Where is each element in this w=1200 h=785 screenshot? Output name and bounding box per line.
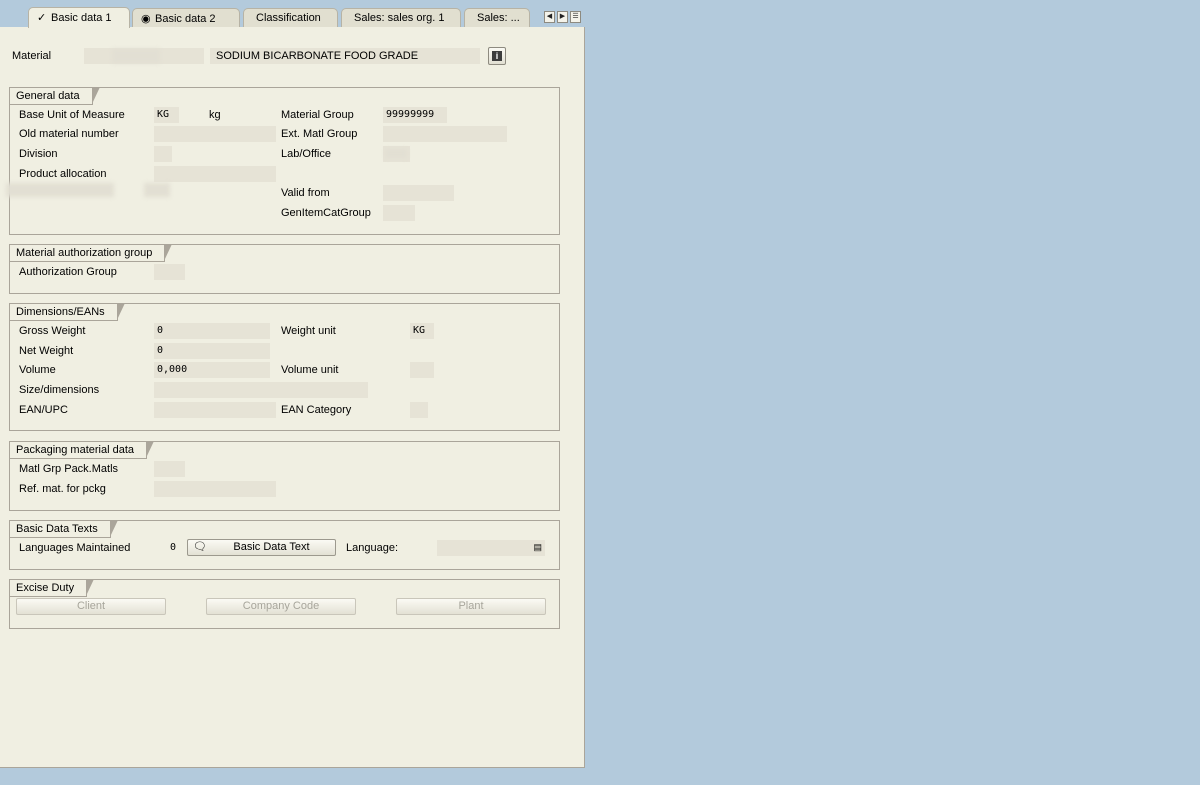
product-allocation-label: Product allocation — [19, 168, 107, 180]
division-field[interactable] — [154, 146, 172, 162]
language-select[interactable]: ▤ — [437, 540, 545, 556]
text-edit-icon: 🗨 — [193, 541, 207, 553]
old-material-number-field[interactable] — [154, 126, 276, 142]
net-weight-value: 0 — [157, 345, 164, 356]
tab-basic-data-1[interactable]: ✓ Basic data 1 — [28, 7, 130, 28]
volume-field[interactable]: 0,000 — [154, 362, 270, 378]
tab-sales-more[interactable]: Sales: ... — [464, 8, 530, 27]
ean-category-field[interactable] — [410, 402, 428, 418]
lab-office-label: Lab/Office — [281, 148, 331, 160]
redacted-block — [6, 183, 114, 197]
volume-unit-label: Volume unit — [281, 364, 339, 376]
lab-office-field[interactable] — [383, 146, 410, 162]
base-uom-field[interactable]: KG — [154, 107, 179, 123]
material-number-field[interactable] — [84, 48, 204, 64]
tab-list-icon[interactable]: ☰ — [570, 11, 581, 23]
gross-weight-value: 0 — [157, 325, 164, 336]
dimensions-title: Dimensions/EANs — [10, 303, 125, 321]
net-weight-label: Net Weight — [19, 345, 74, 357]
base-uom-value: KG — [157, 109, 170, 120]
info-button[interactable]: i — [488, 47, 506, 65]
material-label: Material — [12, 50, 52, 62]
gen-item-cat-group-field[interactable] — [383, 205, 415, 221]
gen-item-cat-group-label: GenItemCatGroup — [281, 207, 371, 219]
tab-sales-org-1[interactable]: Sales: sales org. 1 — [341, 8, 461, 27]
weight-unit-field[interactable]: KG — [410, 323, 434, 339]
ref-mat-pckg-field[interactable] — [154, 481, 276, 497]
volume-value: 0,000 — [157, 364, 188, 375]
redacted-block — [112, 49, 160, 63]
weight-unit-value: KG — [413, 325, 426, 336]
tab-strip: ✓ Basic data 1 ◉ Basic data 2 Classificati… — [0, 0, 590, 28]
division-label: Division — [19, 148, 58, 160]
gross-weight-field[interactable]: 0 — [154, 323, 270, 339]
matl-grp-pack-field[interactable] — [154, 461, 185, 477]
basic-data-text-label: Basic Data Text — [233, 541, 310, 553]
weight-unit-label: Weight unit — [281, 325, 336, 337]
matl-grp-pack-label: Matl Grp Pack.Matls — [19, 463, 119, 475]
languages-maintained-label: Languages Maintained — [19, 542, 131, 554]
dropdown-list-icon[interactable]: ▤ — [533, 542, 542, 553]
material-description-field[interactable]: SODIUM BICARBONATE FOOD GRADE — [210, 48, 480, 64]
tab-basic-data-2[interactable]: ◉ Basic data 2 — [132, 8, 240, 27]
scroll-right-icon[interactable]: ▶ — [557, 11, 568, 23]
general-data-title: General data — [10, 87, 100, 105]
company-code-button[interactable]: Company Code — [206, 598, 356, 615]
authorization-group-label: Authorization Group — [19, 266, 117, 278]
volume-label: Volume — [19, 364, 56, 376]
net-weight-field[interactable]: 0 — [154, 343, 270, 359]
redacted-block — [385, 149, 407, 158]
ean-upc-label: EAN/UPC — [19, 404, 68, 416]
check-gear-icon: ✓ — [37, 12, 47, 24]
valid-from-field[interactable] — [383, 185, 454, 201]
plant-button[interactable]: Plant — [396, 598, 546, 615]
material-group-label: Material Group — [281, 109, 354, 121]
basic-data-texts-title: Basic Data Texts — [10, 520, 118, 538]
product-allocation-field[interactable] — [154, 166, 276, 182]
target-gear-icon: ◉ — [141, 13, 151, 25]
gross-weight-label: Gross Weight — [19, 325, 86, 337]
base-uom-text: kg — [209, 109, 221, 121]
authorization-group-field[interactable] — [154, 264, 185, 280]
info-icon: i — [492, 51, 502, 61]
languages-maintained-count: 0 — [170, 542, 177, 553]
packaging-title: Packaging material data — [10, 441, 155, 459]
auth-group-title: Material authorization group — [10, 244, 173, 262]
ean-upc-field[interactable] — [154, 402, 276, 418]
material-description-text: SODIUM BICARBONATE FOOD GRADE — [216, 50, 419, 62]
size-dimensions-field[interactable] — [154, 382, 368, 398]
valid-from-label: Valid from — [281, 187, 330, 199]
ext-matl-group-field[interactable] — [383, 126, 507, 142]
ext-matl-group-label: Ext. Matl Group — [281, 128, 358, 140]
language-label: Language: — [346, 542, 398, 554]
base-uom-label: Base Unit of Measure — [19, 109, 125, 121]
tab-classification[interactable]: Classification — [243, 8, 338, 27]
basic-data-text-button[interactable]: 🗨 Basic Data Text — [187, 539, 336, 556]
client-button[interactable]: Client — [16, 598, 166, 615]
material-group-value: 99999999 — [386, 109, 435, 120]
size-dimensions-label: Size/dimensions — [19, 384, 100, 396]
old-material-number-label: Old material number — [19, 128, 119, 140]
ean-category-label: EAN Category — [281, 404, 352, 416]
excise-duty-title: Excise Duty — [10, 579, 95, 597]
volume-unit-field[interactable] — [410, 362, 434, 378]
ref-mat-pckg-label: Ref. mat. for pckg — [19, 483, 106, 495]
material-group-field[interactable]: 99999999 — [383, 107, 447, 123]
scroll-left-icon[interactable]: ◀ — [544, 11, 555, 23]
redacted-block — [144, 183, 170, 197]
